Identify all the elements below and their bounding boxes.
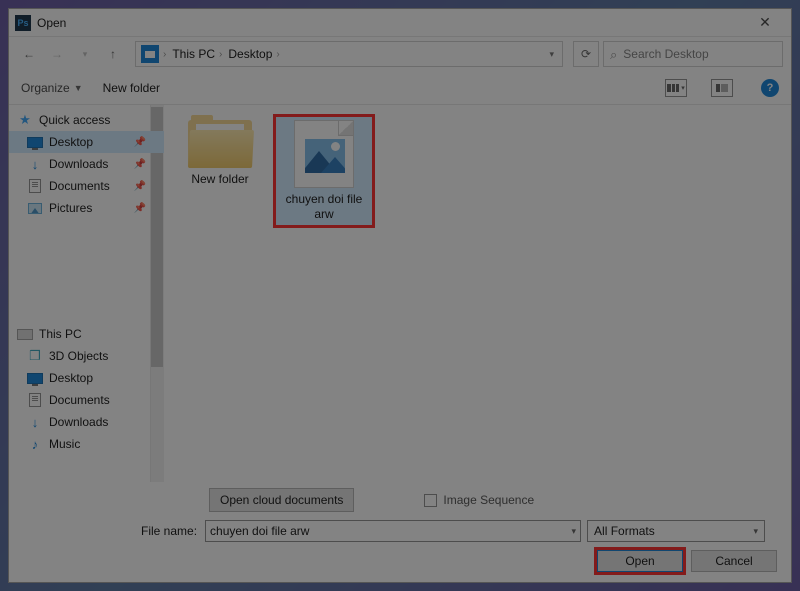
filename-label: File name:	[141, 524, 199, 538]
image-file-icon	[294, 120, 354, 188]
new-folder-button[interactable]: New folder	[103, 81, 160, 95]
download-icon	[27, 414, 43, 430]
view-mode-button[interactable]	[665, 79, 687, 97]
search-icon: ⌕	[610, 48, 617, 61]
document-icon	[29, 179, 41, 193]
breadcrumb[interactable]: › This PC › Desktop › ▾	[135, 41, 563, 67]
music-icon: ♪	[27, 436, 43, 452]
search-input[interactable]	[623, 47, 776, 61]
cancel-button[interactable]: Cancel	[691, 550, 777, 572]
open-dialog: Ps Open ✕ ← → ▾ ↑ › This PC › Desktop › …	[8, 8, 792, 583]
forward-button[interactable]: →	[45, 42, 69, 66]
star-icon: ★	[17, 112, 33, 128]
folder-item[interactable]: New folder	[172, 117, 268, 190]
chevron-right-icon: ›	[218, 49, 225, 60]
sidebar-this-pc[interactable]: This PC	[9, 323, 164, 345]
sidebar-item-music[interactable]: ♪ Music	[9, 433, 164, 455]
open-cloud-button[interactable]: Open cloud documents	[209, 488, 354, 512]
close-button[interactable]: ✕	[745, 9, 785, 36]
sidebar-item-desktop[interactable]: Desktop📌	[9, 131, 164, 153]
file-item-selected[interactable]: chuyen doi file arw	[276, 117, 372, 225]
download-icon	[27, 156, 43, 172]
sidebar-item-3d[interactable]: ❒ 3D Objects	[9, 345, 164, 367]
checkbox-icon	[424, 494, 437, 507]
file-label: chuyen doi file arw	[279, 192, 369, 222]
sidebar-item-documents[interactable]: Documents📌	[9, 175, 164, 197]
sidebar-item-downloads[interactable]: Downloads📌	[9, 153, 164, 175]
chevron-right-icon: ›	[275, 49, 282, 60]
preview-pane-button[interactable]	[711, 79, 733, 97]
pin-icon: 📌	[134, 137, 146, 148]
toolbar: Organize▼ New folder ?	[9, 71, 791, 105]
footer: Open cloud documents Image Sequence File…	[9, 482, 791, 582]
navbar: ← → ▾ ↑ › This PC › Desktop › ▾ ⟳ ⌕	[9, 37, 791, 71]
sidebar: ▴ ★ Quick access Desktop📌 Downloads📌	[9, 105, 164, 482]
titlebar: Ps Open ✕	[9, 9, 791, 37]
file-label: New folder	[191, 172, 248, 187]
sidebar-item-pictures[interactable]: Pictures📌	[9, 197, 164, 219]
recent-dropdown[interactable]: ▾	[73, 42, 97, 66]
crumb-desktop[interactable]: Desktop	[225, 47, 275, 61]
organize-menu[interactable]: Organize▼	[21, 81, 83, 95]
filename-input[interactable]: chuyen doi file arw ▾	[205, 520, 581, 542]
file-pane[interactable]: New folder chuyen doi file arw	[164, 105, 791, 482]
search-box[interactable]: ⌕	[603, 41, 783, 67]
desktop-icon	[27, 137, 43, 148]
chevron-down-icon[interactable]: ▾	[572, 526, 577, 537]
image-sequence-checkbox[interactable]: Image Sequence	[424, 493, 534, 507]
chevron-right-icon: ›	[162, 49, 169, 60]
sidebar-quick-access[interactable]: ★ Quick access	[9, 109, 164, 131]
breadcrumb-dropdown[interactable]: ▾	[543, 49, 560, 60]
cube-icon: ❒	[27, 348, 43, 364]
photoshop-icon: Ps	[15, 15, 31, 31]
sidebar-item-documents2[interactable]: Documents	[9, 389, 164, 411]
sidebar-item-desktop2[interactable]: Desktop	[9, 367, 164, 389]
pc-icon	[141, 45, 159, 63]
crumb-thispc[interactable]: This PC	[169, 47, 218, 61]
format-select[interactable]: All Formats ▾	[587, 520, 765, 542]
document-icon	[29, 393, 41, 407]
dialog-title: Open	[37, 16, 745, 30]
pictures-icon	[28, 203, 42, 214]
chevron-down-icon: ▾	[754, 526, 759, 537]
pc-icon	[17, 329, 33, 340]
up-button[interactable]: ↑	[101, 42, 125, 66]
open-button[interactable]: Open	[597, 550, 683, 572]
help-button[interactable]: ?	[761, 79, 779, 97]
desktop-icon	[27, 373, 43, 384]
refresh-button[interactable]: ⟳	[573, 41, 599, 67]
sidebar-item-downloads2[interactable]: Downloads	[9, 411, 164, 433]
back-button[interactable]: ←	[17, 42, 41, 66]
folder-icon	[188, 120, 252, 168]
